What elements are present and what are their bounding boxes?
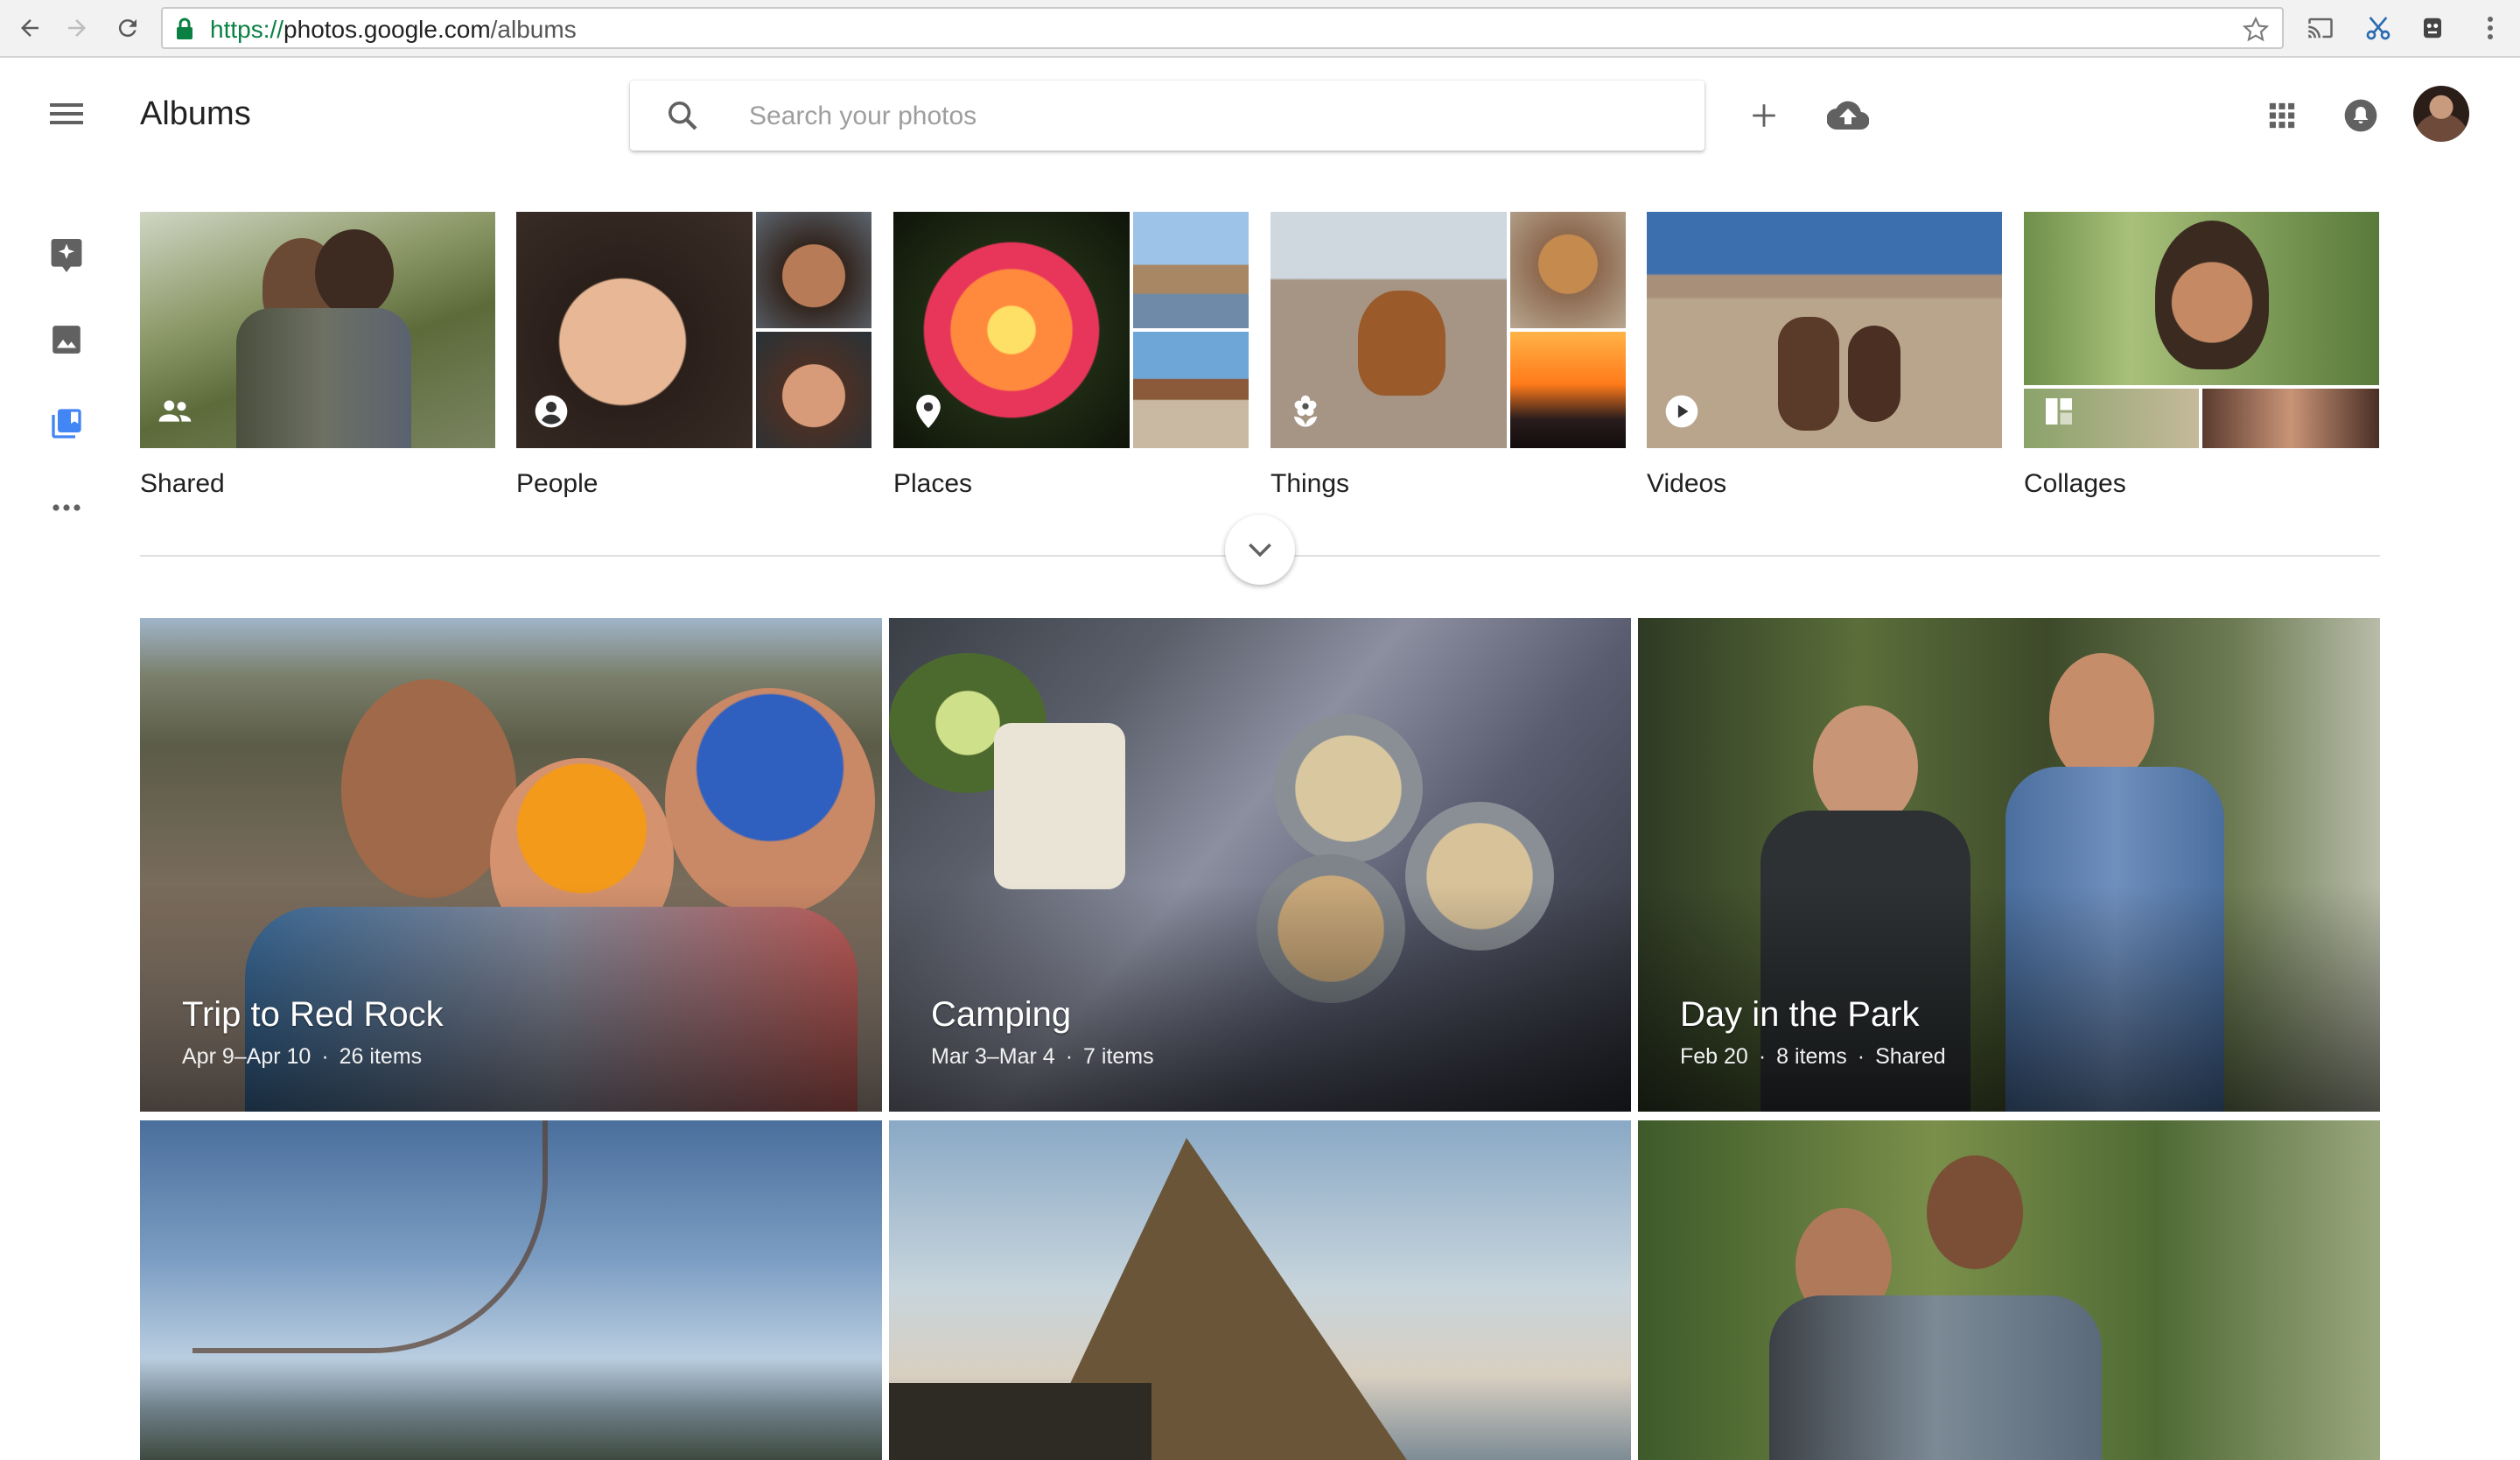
- category-label: Collages: [2024, 469, 2126, 498]
- category-thumbnail: [140, 212, 495, 448]
- category-thumbnail: [2024, 212, 2379, 448]
- person-icon: [534, 394, 569, 429]
- cloud-upload-icon: [1827, 101, 1869, 130]
- more-horiz-icon: [52, 504, 80, 511]
- extension-button[interactable]: [2413, 11, 2452, 46]
- extension-icon: [2424, 18, 2441, 39]
- notifications-button[interactable]: [2334, 89, 2387, 142]
- account-avatar[interactable]: [2413, 86, 2469, 142]
- reload-button[interactable]: [108, 11, 147, 46]
- category-thumbnail: [893, 212, 1249, 448]
- category-thumbnail: [516, 212, 872, 448]
- category-places[interactable]: Places: [893, 212, 1249, 498]
- album-meta: Mar 3–Mar 4 · 7 items: [931, 1044, 1154, 1069]
- rail-photos[interactable]: [42, 315, 91, 364]
- category-shared[interactable]: Shared: [140, 212, 495, 498]
- play-icon: [1664, 394, 1699, 429]
- category-label: Places: [893, 469, 973, 498]
- album-card[interactable]: Trip to Red Rock Apr 9–Apr 10 · 26 items: [140, 618, 882, 1112]
- cast-button[interactable]: [2301, 11, 2340, 46]
- album-shared: Shared: [1875, 1044, 1946, 1069]
- main-menu-button[interactable]: [44, 93, 89, 135]
- notifications-bell-icon: [2344, 99, 2377, 132]
- flower-icon: [1288, 394, 1323, 429]
- place-icon: [911, 394, 946, 429]
- category-label: Shared: [140, 469, 225, 498]
- album-meta: Feb 20 · 8 items · Shared: [1680, 1044, 1946, 1069]
- albums-icon: [52, 409, 81, 439]
- bookmark-star-icon[interactable]: [2242, 16, 2270, 48]
- category-things[interactable]: Things: [1270, 212, 1626, 498]
- album-dates: Feb 20: [1680, 1044, 1748, 1069]
- album-dates: Apr 9–Apr 10: [182, 1044, 312, 1069]
- browser-toolbar: https://photos.google.com/albums: [0, 0, 2520, 58]
- search-input[interactable]: [747, 95, 1670, 138]
- add-icon: [1753, 104, 1775, 127]
- photos-icon: [52, 326, 80, 354]
- hamburger-menu-icon: [50, 103, 83, 124]
- category-label: Videos: [1647, 469, 1727, 498]
- apps-grid-icon: [2269, 102, 2295, 129]
- album-title: Day in the Park: [1680, 995, 1920, 1034]
- forward-arrow-icon: [68, 19, 86, 37]
- album-card[interactable]: Day in the Park Feb 20 · 8 items · Shared: [1638, 618, 2380, 1112]
- album-title: Trip to Red Rock: [182, 995, 444, 1034]
- rail-assistant[interactable]: [42, 231, 91, 280]
- assistant-icon: [51, 239, 82, 272]
- browser-menu-button[interactable]: [2471, 11, 2510, 46]
- reload-icon: [118, 19, 136, 38]
- scissors-extension-button[interactable]: [2359, 11, 2398, 46]
- chevron-down-icon: [1249, 543, 1271, 558]
- category-people[interactable]: People: [516, 212, 872, 498]
- upload-button[interactable]: [1822, 89, 1874, 142]
- expand-categories-button[interactable]: [1225, 515, 1295, 585]
- forward-button[interactable]: [58, 11, 96, 46]
- search-bar[interactable]: [630, 81, 1704, 151]
- cast-icon: [2308, 18, 2333, 39]
- album-meta: Apr 9–Apr 10 · 26 items: [182, 1044, 423, 1069]
- album-count: 7 items: [1083, 1044, 1154, 1069]
- album-card[interactable]: Camping Mar 3–Mar 4 · 7 items: [889, 618, 1631, 1112]
- more-vert-icon: [2488, 17, 2493, 39]
- category-thumbnail: [1270, 212, 1626, 448]
- rail-more[interactable]: [42, 483, 91, 532]
- rail-albums[interactable]: [42, 399, 91, 448]
- apps-button[interactable]: [2256, 89, 2308, 142]
- album-card[interactable]: [1638, 1120, 2380, 1460]
- back-button[interactable]: [10, 11, 49, 46]
- address-bar[interactable]: https://photos.google.com/albums: [161, 7, 2284, 49]
- url-text: https://photos.google.com/albums: [210, 16, 577, 43]
- create-button[interactable]: [1738, 89, 1790, 142]
- category-videos[interactable]: Videos: [1647, 212, 2002, 498]
- album-dates: Mar 3–Mar 4: [931, 1044, 1055, 1069]
- category-thumbnail: [1647, 212, 2002, 448]
- page-title: Albums: [140, 95, 251, 132]
- album-count: 8 items: [1776, 1044, 1847, 1069]
- category-label: People: [516, 469, 598, 498]
- album-title: Camping: [931, 995, 1072, 1034]
- lock-icon: [175, 18, 194, 45]
- album-count: 26 items: [339, 1044, 423, 1069]
- collage-icon: [2041, 394, 2076, 429]
- category-collages[interactable]: Collages: [2024, 212, 2379, 498]
- scissors-icon: [2366, 17, 2390, 40]
- search-icon: [665, 98, 700, 137]
- album-card[interactable]: [140, 1120, 882, 1460]
- category-label: Things: [1270, 469, 1350, 498]
- people-icon: [158, 394, 192, 429]
- album-card[interactable]: [889, 1120, 1631, 1460]
- back-arrow-icon: [21, 19, 38, 37]
